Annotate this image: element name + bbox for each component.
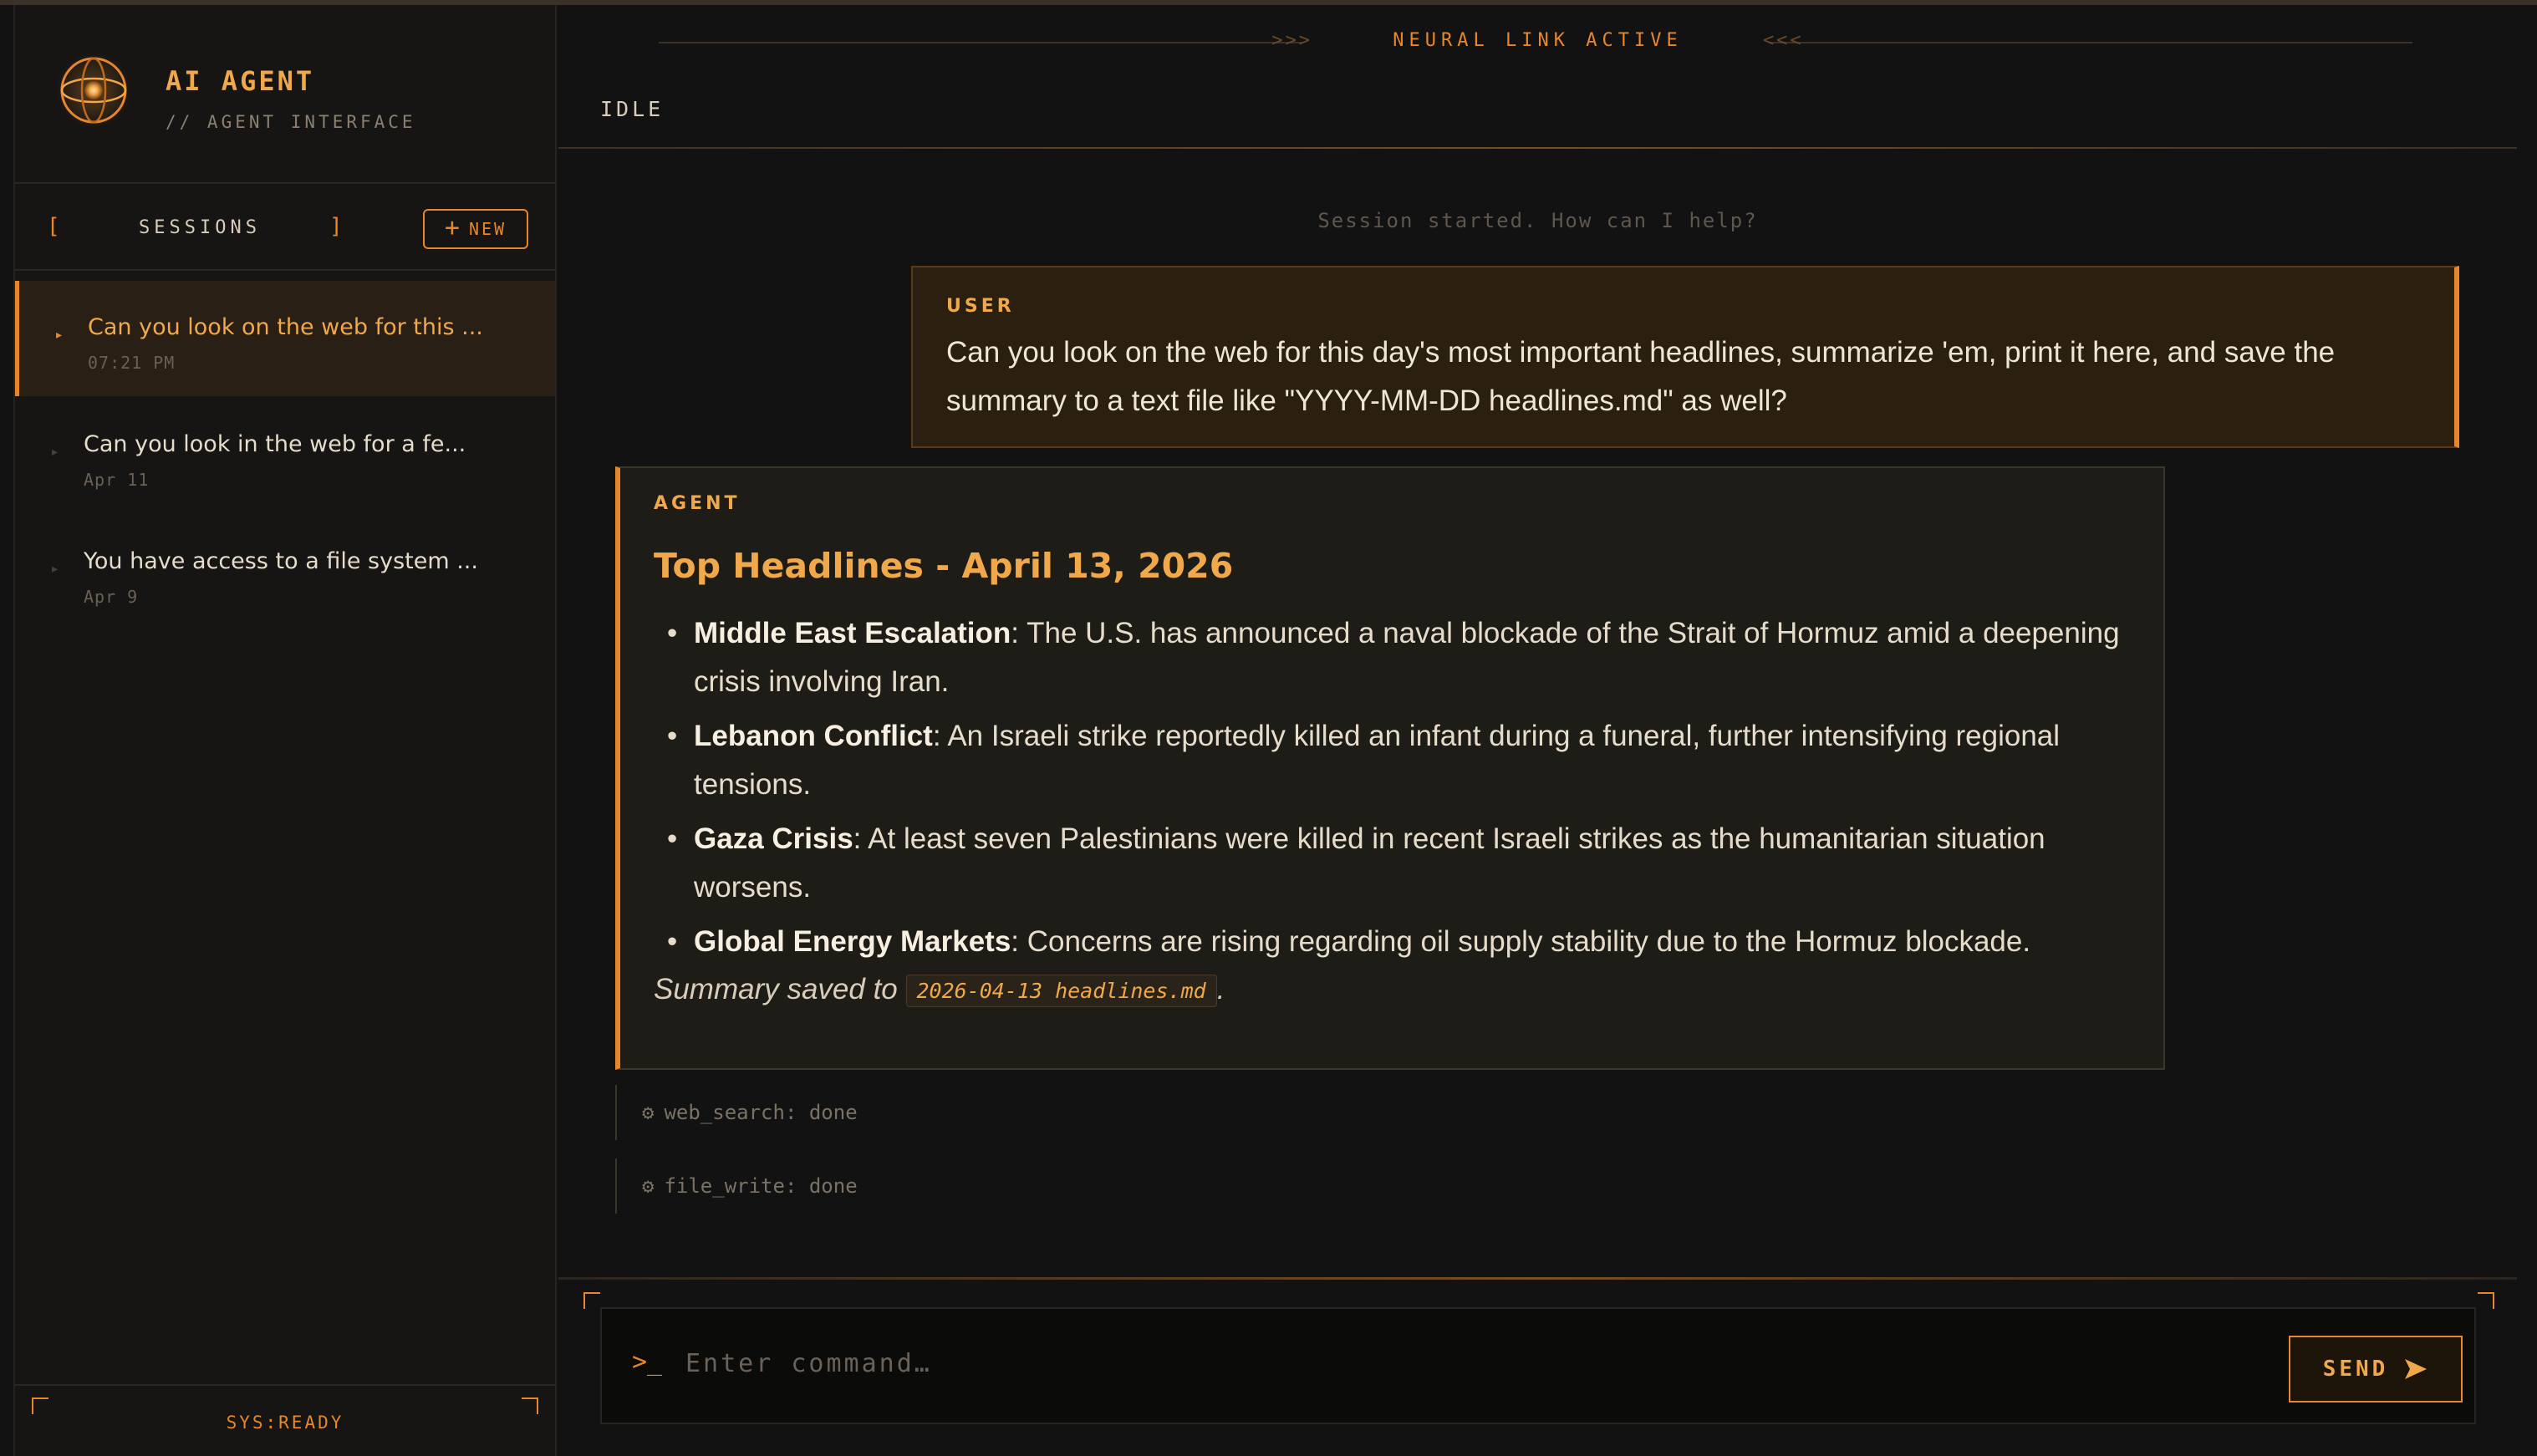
session-time: 07:21 PM — [88, 353, 176, 373]
session-started-notice: Session started. How can I help? — [1317, 209, 1758, 232]
summary-suffix: . — [1216, 973, 1225, 1005]
sessions-bracket-open: [ — [47, 214, 60, 239]
headline-text: : At least seven Palestinians were kille… — [694, 822, 2045, 904]
banner-text: NEURAL LINK ACTIVE — [1393, 30, 1683, 51]
atom-logo-icon — [56, 53, 131, 128]
headline-title: Global Energy Markets — [694, 925, 1011, 958]
sidebar: AI AGENT // AGENT INTERFACE [ SESSIONS ]… — [13, 5, 557, 1456]
session-item[interactable]: ▸ Can you look in the web for a fe... Ap… — [15, 398, 555, 513]
tool-call-status: ⚙ web_search: done — [615, 1085, 950, 1140]
corner-bracket-decoration — [2478, 1292, 2494, 1309]
banner-chevrons-right: <<< — [1762, 30, 1804, 51]
tool-call-label: file_write: done — [664, 1174, 858, 1198]
gear-icon: ⚙ — [642, 1174, 655, 1198]
headline-item: • Global Energy Markets: Concerns are ris… — [667, 925, 2031, 958]
headline-item: • Gaza Crisis: At least seven Palestinian… — [667, 822, 2045, 904]
message-role: USER — [946, 296, 1015, 317]
input-divider — [558, 1277, 2517, 1280]
session-title: You have access to a file system ... — [84, 548, 478, 574]
message-role: AGENT — [654, 493, 741, 514]
app-title: AI AGENT — [166, 65, 315, 97]
session-time: Apr 9 — [84, 587, 139, 607]
banner-chevrons-left: >>> — [1271, 30, 1313, 51]
app-subtitle: // AGENT INTERFACE — [166, 112, 416, 132]
summary-prefix: Summary saved to — [654, 973, 906, 1005]
headline-title: Gaza Crisis — [694, 822, 853, 855]
headline-text: : Concerns are rising regarding oil supp… — [1011, 925, 2031, 958]
tool-call-label: web_search: done — [664, 1101, 858, 1124]
sessions-header: [ SESSIONS ] + NEW — [15, 184, 555, 271]
brand-header: AI AGENT // AGENT INTERFACE — [15, 5, 555, 184]
tool-call-status: ⚙ file_write: done — [615, 1158, 950, 1214]
new-session-label: NEW — [468, 219, 507, 239]
agent-status: IDLE — [600, 97, 665, 121]
summary-filename: 2026-04-13 headlines.md — [905, 975, 1217, 1008]
send-button[interactable]: SEND — [2289, 1336, 2463, 1403]
corner-bracket-decoration — [32, 1397, 48, 1414]
neural-link-banner: >>> NEURAL LINK ACTIVE <<< — [558, 30, 2517, 51]
session-title: Can you look on the web for this ... — [88, 314, 483, 340]
headline-title: Lebanon Conflict — [694, 720, 933, 752]
prompt-icon: >_ — [632, 1347, 663, 1377]
user-message: USER Can you look on the web for this da… — [911, 266, 2459, 448]
session-title: Can you look in the web for a fe... — [84, 431, 466, 457]
system-status: SYS:READY — [226, 1413, 344, 1433]
sidebar-footer: SYS:READY — [15, 1384, 555, 1456]
session-item[interactable]: ▸ You have access to a file system ... A… — [15, 515, 555, 630]
agent-heading: Top Headlines - April 13, 2026 — [654, 546, 1234, 586]
command-input-box: >_ SEND — [600, 1307, 2476, 1424]
summary-line: Summary saved to 2026-04-13 headlines.md… — [654, 973, 2130, 1008]
send-label: SEND — [2322, 1357, 2389, 1382]
command-input[interactable] — [685, 1339, 2190, 1387]
session-time: Apr 11 — [84, 470, 150, 490]
header-divider — [558, 147, 2517, 149]
plus-icon: + — [444, 212, 462, 242]
headline-item: • Middle East Escalation: The U.S. has an… — [667, 617, 2120, 698]
gear-icon: ⚙ — [642, 1101, 655, 1124]
send-arrow-icon — [2405, 1359, 2427, 1379]
caret-right-icon: ▸ — [52, 562, 59, 575]
corner-bracket-decoration — [522, 1397, 538, 1414]
user-message-text: Can you look on the web for this day's m… — [946, 336, 2336, 417]
sessions-bracket-close: ] — [329, 214, 343, 239]
headline-item: • Lebanon Conflict: An Israeli strike rep… — [667, 720, 2061, 801]
corner-bracket-decoration — [583, 1292, 600, 1309]
agent-message: AGENT Top Headlines - April 13, 2026 • Mi… — [615, 466, 2165, 1070]
headline-list: • Middle East Escalation: The U.S. has an… — [654, 609, 2130, 966]
sessions-label: SESSIONS — [139, 217, 261, 238]
session-item[interactable]: ▸ Can you look on the web for this ... 0… — [15, 281, 555, 396]
chat-panel: >>> NEURAL LINK ACTIVE <<< IDLE Session … — [558, 5, 2517, 1456]
new-session-button[interactable]: + NEW — [423, 209, 528, 249]
headline-title: Middle East Escalation — [694, 617, 1011, 649]
caret-right-icon: ▸ — [52, 445, 59, 458]
caret-right-icon: ▸ — [56, 328, 63, 341]
